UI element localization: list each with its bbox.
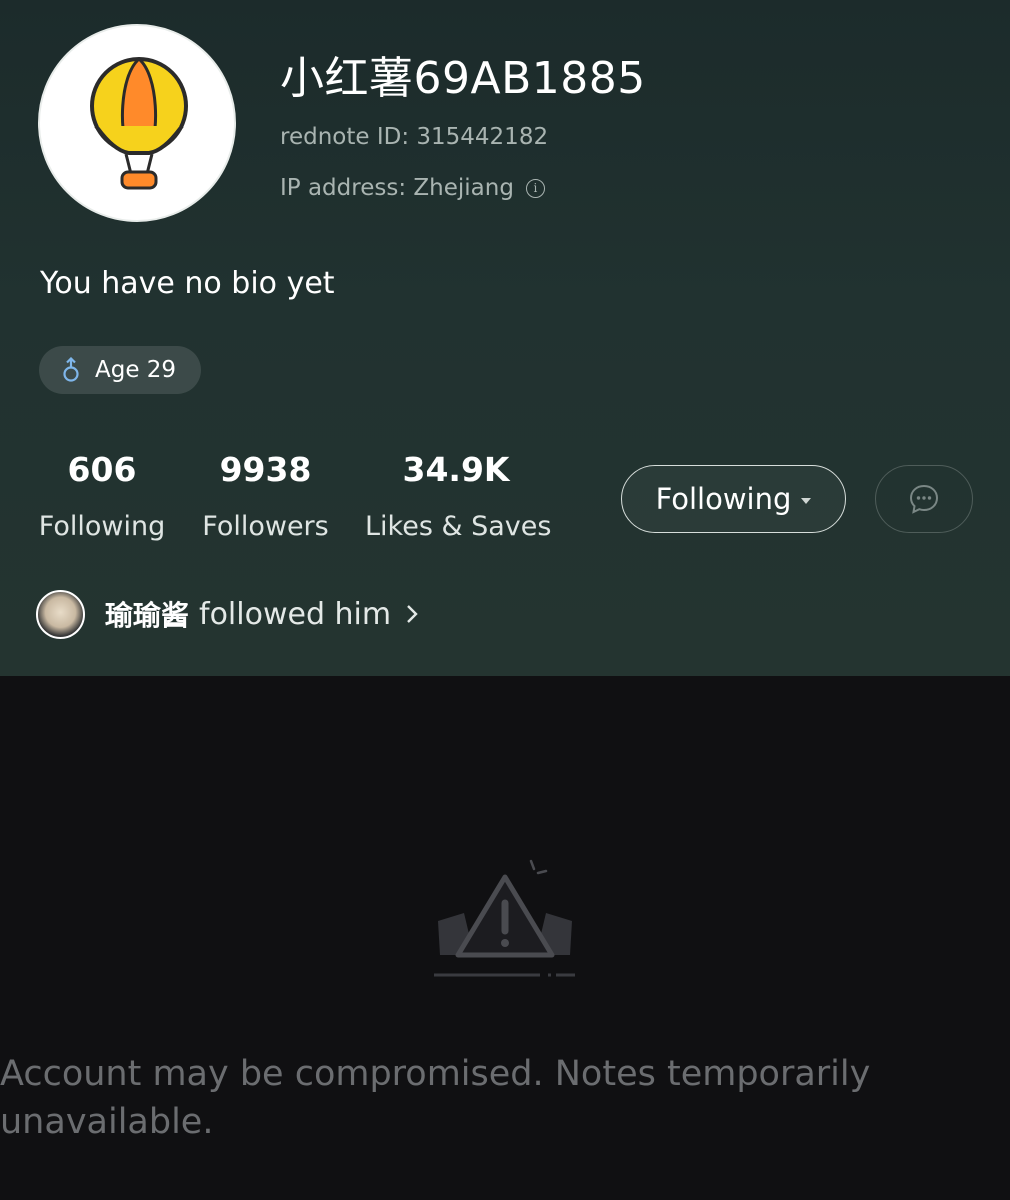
chevron-right-icon — [407, 605, 418, 623]
male-icon — [63, 357, 79, 382]
mutual-follower-avatar — [36, 589, 85, 639]
caret-down-icon — [801, 498, 812, 504]
profile-avatar[interactable] — [38, 24, 236, 222]
warning-icon — [434, 859, 575, 977]
age-gender-tag: Age 29 — [39, 346, 201, 394]
stat-label: Following — [38, 511, 166, 542]
hot-air-balloon-icon — [90, 57, 188, 190]
stat-followers[interactable]: 9938 Followers — [201, 450, 330, 542]
chat-bubble-icon — [909, 484, 939, 514]
stat-label: Likes & Saves — [365, 511, 552, 542]
following-button[interactable]: Following — [621, 465, 846, 533]
message-button[interactable] — [875, 465, 973, 533]
stat-label: Followers — [202, 511, 329, 542]
stat-value: 9938 — [219, 450, 312, 489]
mutual-follower-text: followed him — [199, 596, 392, 632]
profile-page: 小红薯69AB1885 rednote ID: 315442182 IP add… — [0, 0, 1010, 1200]
account-warning-message: Account may be compromised. Notes tempor… — [0, 1054, 871, 1142]
rednote-id: rednote ID: 315442182 — [280, 124, 549, 150]
stat-following[interactable]: 606 Following — [38, 450, 166, 542]
ip-address-row: IP address: Zhejiang i — [280, 175, 545, 201]
stat-likes-saves[interactable]: 34.9K Likes & Saves — [365, 450, 552, 542]
mutual-follower-row[interactable]: 瑜瑜酱 followed him — [36, 589, 419, 639]
profile-username: 小红薯69AB1885 — [280, 53, 646, 104]
stat-value: 606 — [67, 450, 137, 489]
mutual-follower-name: 瑜瑜酱 — [105, 599, 190, 632]
profile-bio: You have no bio yet — [40, 266, 335, 301]
stat-value: 34.9K — [402, 450, 510, 489]
age-label: Age 29 — [95, 357, 177, 383]
ip-address: IP address: Zhejiang — [280, 175, 514, 201]
info-icon[interactable]: i — [525, 178, 545, 198]
profile-header: 小红薯69AB1885 rednote ID: 315442182 IP add… — [0, 0, 1010, 676]
following-button-label: Following — [655, 482, 792, 516]
